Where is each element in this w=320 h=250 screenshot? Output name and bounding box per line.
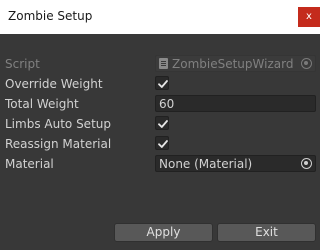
- script-field: ZombieSetupWizard: [155, 55, 316, 72]
- override-weight-label: Override Weight: [5, 77, 103, 91]
- limbs-auto-setup-label: Limbs Auto Setup: [5, 117, 111, 131]
- object-picker-icon[interactable]: [301, 158, 312, 169]
- checkmark-icon: [158, 80, 168, 88]
- checkmark-icon: [158, 120, 168, 128]
- limbs-auto-setup-row: Limbs Auto Setup: [0, 114, 320, 134]
- reassign-material-checkbox[interactable]: [155, 136, 169, 150]
- apply-button[interactable]: Apply: [114, 223, 213, 242]
- total-weight-field[interactable]: 60: [155, 95, 316, 112]
- wizard-body: Script ZombieSetupWizard Override Weight…: [0, 34, 320, 250]
- script-row: Script ZombieSetupWizard: [0, 54, 320, 74]
- script-file-icon: [159, 58, 168, 69]
- reassign-material-row: Reassign Material: [0, 134, 320, 154]
- total-weight-value: 60: [159, 97, 175, 111]
- material-label: Material: [5, 157, 54, 171]
- override-weight-row: Override Weight: [0, 74, 320, 94]
- limbs-auto-setup-checkbox[interactable]: [155, 116, 169, 130]
- close-icon: x: [306, 11, 312, 22]
- material-row: Material None (Material): [0, 154, 320, 174]
- material-field[interactable]: None (Material): [155, 155, 316, 172]
- reassign-material-label: Reassign Material: [5, 137, 112, 151]
- checkmark-icon: [158, 140, 168, 148]
- material-value: None (Material): [159, 157, 253, 171]
- total-weight-label: Total Weight: [5, 97, 79, 111]
- window-title: Zombie Setup: [8, 9, 93, 23]
- script-value: ZombieSetupWizard: [172, 57, 294, 71]
- object-picker-icon: [301, 58, 312, 69]
- script-label: Script: [5, 57, 40, 71]
- total-weight-row: Total Weight 60: [0, 94, 320, 114]
- exit-button[interactable]: Exit: [217, 223, 316, 242]
- title-bar: Zombie Setup x: [0, 0, 320, 34]
- override-weight-checkbox[interactable]: [155, 76, 169, 90]
- zombie-setup-window: Zombie Setup x Script ZombieSetupWizard …: [0, 0, 320, 250]
- close-button[interactable]: x: [298, 7, 320, 27]
